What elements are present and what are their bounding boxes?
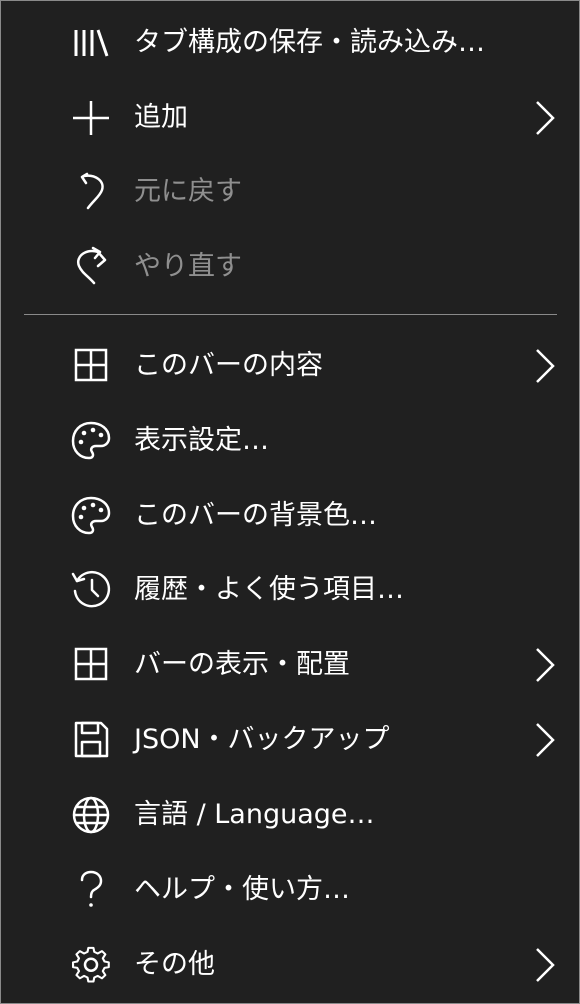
- library-icon: [67, 22, 115, 64]
- menu-item-language[interactable]: 言語 / Language…: [1, 778, 579, 852]
- menu-item-label: 言語 / Language…: [134, 799, 375, 830]
- gear-icon: [67, 944, 115, 986]
- globe-icon: [67, 794, 115, 836]
- menu-separator: [24, 314, 557, 315]
- context-menu: タブ構成の保存・読み込み… 追加 元に戻す やり直す このバーの内容 表示設定……: [0, 0, 580, 1004]
- menu-item-redo[interactable]: やり直す: [1, 230, 579, 304]
- menu-item-help[interactable]: ヘルプ・使い方…: [1, 853, 579, 927]
- grid-icon: [67, 644, 115, 686]
- menu-item-save-load-tabs[interactable]: タブ構成の保存・読み込み…: [1, 6, 579, 80]
- redo-icon: [67, 246, 115, 288]
- grid-icon: [67, 345, 115, 387]
- menu-item-label: 元に戻す: [134, 176, 242, 207]
- plus-icon: [67, 97, 115, 139]
- menu-item-json-backup[interactable]: JSON・バックアップ: [1, 703, 579, 777]
- history-icon: [67, 569, 115, 611]
- chevron-right-icon: [527, 346, 563, 386]
- menu-item-label: 追加: [134, 102, 188, 133]
- menu-item-display-settings[interactable]: 表示設定…: [1, 404, 579, 478]
- menu-item-label: 履歴・よく使う項目…: [134, 574, 404, 605]
- menu-item-label: このバーの背景色…: [134, 500, 377, 531]
- menu-item-label: バーの表示・配置: [134, 649, 350, 680]
- menu-item-label: JSON・バックアップ: [134, 724, 390, 755]
- menu-item-bar-background-color[interactable]: このバーの背景色…: [1, 479, 579, 553]
- menu-item-add[interactable]: 追加: [1, 81, 579, 155]
- menu-item-label: やり直す: [134, 251, 242, 282]
- menu-item-label: 表示設定…: [134, 425, 269, 456]
- chevron-right-icon: [527, 98, 563, 138]
- menu-item-history-favorites[interactable]: 履歴・よく使う項目…: [1, 553, 579, 627]
- chevron-right-icon: [527, 645, 563, 685]
- undo-icon: [67, 171, 115, 213]
- menu-item-bar-contents[interactable]: このバーの内容: [1, 329, 579, 403]
- question-icon: [67, 869, 115, 911]
- menu-item-label: ヘルプ・使い方…: [134, 874, 350, 905]
- menu-item-label: タブ構成の保存・読み込み…: [134, 27, 485, 58]
- chevron-right-icon: [527, 720, 563, 760]
- palette-icon: [67, 420, 115, 462]
- chevron-right-icon: [527, 945, 563, 985]
- menu-item-other[interactable]: その他: [1, 928, 579, 1002]
- save-icon: [67, 719, 115, 761]
- menu-item-undo[interactable]: 元に戻す: [1, 155, 579, 229]
- menu-item-bar-display-layout[interactable]: バーの表示・配置: [1, 628, 579, 702]
- menu-item-label: その他: [134, 949, 215, 980]
- palette-icon: [67, 495, 115, 537]
- menu-item-label: このバーの内容: [134, 350, 323, 381]
